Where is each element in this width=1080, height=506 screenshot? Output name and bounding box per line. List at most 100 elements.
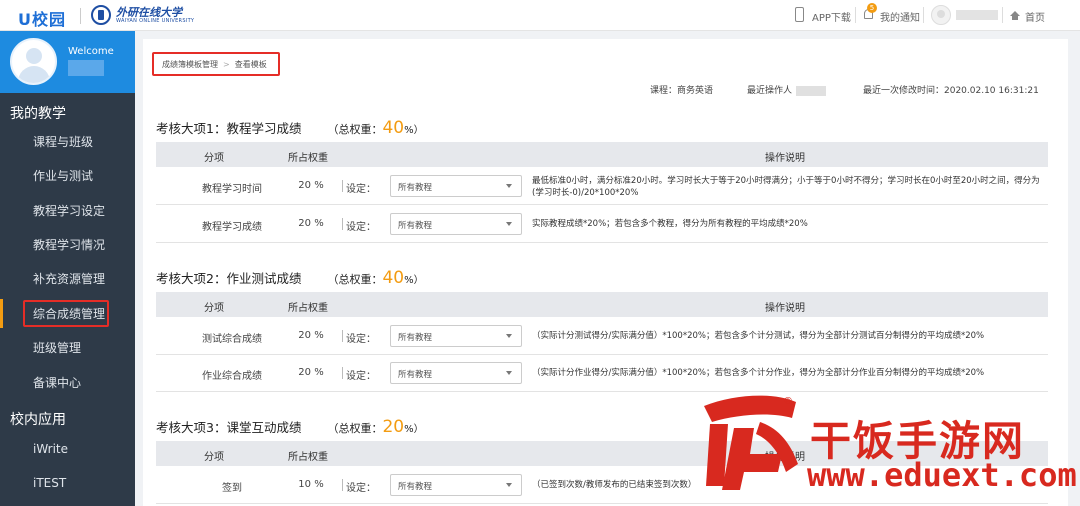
top-bar: U校园 外研在线大学 WAIYAN ONLINE UNIVERSITY APP下… — [0, 0, 1080, 31]
app-download-link[interactable]: APP下载 — [812, 9, 851, 24]
row-description: （实际计分作业得分/实际满分值）*100*20%；若包含多个计分作业，得分为全部… — [532, 368, 985, 378]
sidebar-item-course-settings[interactable]: 教程学习设定 — [0, 194, 135, 228]
setting-label: 设定： — [346, 483, 376, 494]
sidebar-item-course-status[interactable]: 教程学习情况 — [0, 228, 135, 262]
sidebar-item-prep-center[interactable]: 备课中心 — [0, 366, 135, 400]
row-item: 教程学习时间 — [202, 184, 262, 195]
setting-label: 设定： — [346, 184, 376, 195]
table-row: 教程学习成绩 20 % 设定： 所有教程 实际教程成绩*20%；若包含多个教程，… — [156, 206, 1048, 243]
total-weight-suffix: %） — [404, 275, 424, 286]
notice-count-badge: 5 — [867, 3, 877, 13]
username-redacted[interactable] — [956, 10, 998, 20]
home-icon[interactable] — [1010, 11, 1020, 20]
profile-name-redacted — [68, 60, 104, 76]
my-notice-link[interactable]: 我的通知 — [880, 9, 920, 24]
section-3-title: 考核大项3：课堂互动成绩 （总权重：20%） — [156, 417, 424, 437]
chevron-down-icon — [506, 184, 512, 188]
row-divider — [342, 180, 343, 192]
sidebar: Welcome 我的教学 课程与班级 作业与测试 教程学习设定 教程学习情况 补… — [0, 31, 135, 506]
section-2-title: 考核大项2：作业测试成绩 （总权重：40%） — [156, 268, 424, 288]
header-weight: 所占权重 — [288, 452, 328, 463]
sidebar-item-resources[interactable]: 补充资源管理 — [0, 262, 135, 296]
section-title-text: 考核大项3：课堂互动成绩 — [156, 420, 302, 435]
row-item: 签到 — [222, 483, 242, 494]
total-weight-label: （总权重： — [327, 123, 383, 136]
sidebar-item-itest[interactable]: iTEST — [0, 466, 135, 500]
row-description: 最低标准0小时，满分标准20小时。学习时长大于等于20小时得满分；小于等于0小时… — [532, 176, 1040, 198]
chevron-down-icon — [506, 334, 512, 338]
sidebar-item-class-management[interactable]: 班级管理 — [0, 331, 135, 365]
table-row: 测试综合成绩 20 % 设定： 所有教程 （实际计分测试得分/实际满分值）*10… — [156, 318, 1048, 355]
breadcrumb-parent[interactable]: 成绩簿模板管理 — [162, 60, 218, 69]
row-weight: 20 % — [298, 218, 324, 229]
row-description: 实际教程成绩*20%；若包含多个教程，得分为所有教程的平均成绩*20% — [532, 219, 808, 229]
section-title-text: 考核大项2：作业测试成绩 — [156, 271, 302, 286]
profile-avatar[interactable] — [10, 38, 57, 85]
select-value: 所有教程 — [398, 221, 433, 231]
course-select[interactable]: 所有教程 — [390, 325, 522, 347]
user-avatar[interactable] — [931, 5, 951, 25]
row-divider — [342, 367, 343, 379]
sidebar-item-grade-management[interactable]: 综合成绩管理 — [0, 297, 135, 331]
avatar-head-shape — [26, 48, 42, 64]
section-1-title: 考核大项1：教程学习成绩 （总权重：40%） — [156, 118, 424, 138]
breadcrumb: 成绩簿模板管理 > 查看模板 — [162, 59, 267, 70]
welcome-text: Welcome — [68, 46, 114, 57]
setting-label: 设定： — [346, 371, 376, 382]
topbar-divider — [855, 7, 856, 23]
table-header: 分项 所占权重 操作说明 — [156, 292, 1048, 317]
course-select[interactable]: 所有教程 — [390, 474, 522, 496]
brand-divider — [80, 8, 81, 24]
course-select[interactable]: 所有教程 — [390, 175, 522, 197]
phone-icon[interactable] — [795, 7, 804, 22]
row-weight: 20 % — [298, 180, 324, 191]
registered-mark: ® — [783, 396, 793, 407]
university-seal-icon — [91, 5, 111, 25]
sidebar-item-iwrite[interactable]: iWrite — [0, 432, 135, 466]
course-select[interactable]: 所有教程 — [390, 213, 522, 235]
total-weight-label: （总权重： — [327, 273, 383, 286]
header-item: 分项 — [204, 153, 224, 164]
watermark-url: www.eduext.com — [807, 456, 1077, 494]
select-value: 所有教程 — [398, 482, 433, 492]
university-english-name: WAIYAN ONLINE UNIVERSITY — [116, 18, 195, 24]
breadcrumb-separator: > — [223, 60, 230, 69]
total-weight-value: 40 — [382, 118, 405, 138]
sidebar-item-course-class[interactable]: 课程与班级 — [0, 125, 135, 159]
total-weight-suffix: %） — [404, 424, 424, 435]
row-item: 测试综合成绩 — [202, 334, 262, 345]
sidebar-item-homework-test[interactable]: 作业与测试 — [0, 159, 135, 193]
chevron-down-icon — [506, 222, 512, 226]
total-weight-suffix: %） — [404, 125, 424, 136]
header-description: 操作说明 — [765, 153, 805, 164]
topbar-divider — [1002, 7, 1003, 23]
setting-label: 设定： — [346, 222, 376, 233]
row-description: （实际计分测试得分/实际满分值）*100*20%；若包含多个计分测试，得分为全部… — [532, 331, 985, 341]
total-weight-label: （总权重： — [327, 422, 383, 435]
last-modified-time: 最近一次修改时间：2020.02.10 16:31:21 — [863, 86, 1039, 96]
header-description: 操作说明 — [765, 303, 805, 314]
brand-logo[interactable]: U校园 — [18, 6, 66, 30]
header-weight: 所占权重 — [288, 153, 328, 164]
home-link[interactable]: 首页 — [1025, 9, 1045, 24]
chevron-down-icon — [506, 371, 512, 375]
row-divider — [342, 479, 343, 491]
last-operator-label: 最近操作人 — [747, 86, 793, 96]
select-value: 所有教程 — [398, 370, 433, 380]
chevron-down-icon — [506, 483, 512, 487]
avatar-body-shape — [18, 66, 50, 83]
row-weight: 20 % — [298, 330, 324, 341]
row-divider — [342, 218, 343, 230]
table-row: 教程学习时间 20 % 设定： 所有教程 最低标准0小时，满分标准20小时。学习… — [156, 168, 1048, 205]
row-weight: 10 % — [298, 479, 324, 490]
header-item: 分项 — [204, 303, 224, 314]
row-weight: 20 % — [298, 367, 324, 378]
breadcrumb-current: 查看模板 — [234, 60, 267, 69]
total-weight-value: 20 — [382, 417, 405, 437]
topbar-divider — [923, 7, 924, 23]
row-item: 作业综合成绩 — [202, 371, 262, 382]
setting-label: 设定： — [346, 334, 376, 345]
course-select[interactable]: 所有教程 — [390, 362, 522, 384]
total-weight-value: 40 — [382, 268, 405, 288]
header-item: 分项 — [204, 452, 224, 463]
